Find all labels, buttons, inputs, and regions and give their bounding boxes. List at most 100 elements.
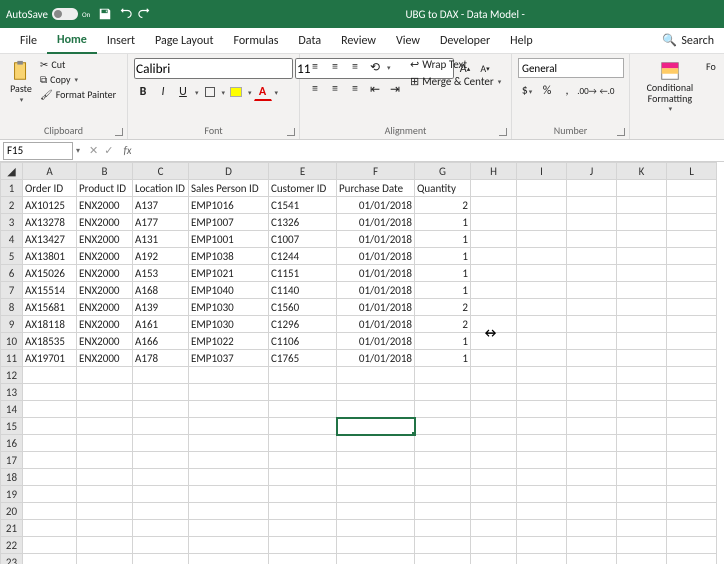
cell[interactable] (23, 486, 77, 503)
cell[interactable] (517, 520, 567, 537)
cell[interactable] (667, 520, 717, 537)
cell[interactable] (415, 486, 471, 503)
align-left-button[interactable]: ≡ (306, 80, 324, 98)
cell[interactable] (667, 469, 717, 486)
cell[interactable]: EMP1038 (189, 248, 269, 265)
col-header[interactable]: D (189, 163, 269, 180)
cell[interactable] (667, 435, 717, 452)
name-box[interactable] (3, 142, 73, 160)
cell[interactable] (517, 248, 567, 265)
cell[interactable] (617, 452, 667, 469)
wrap-text-button[interactable]: ↩Wrap Text (410, 58, 501, 71)
italic-button[interactable]: I (154, 83, 172, 101)
cell[interactable] (567, 435, 617, 452)
cell[interactable] (517, 333, 567, 350)
cell[interactable] (189, 435, 269, 452)
cell[interactable] (133, 469, 189, 486)
tab-formulas[interactable]: Formulas (223, 29, 288, 53)
cell[interactable]: ENX2000 (77, 248, 133, 265)
cell[interactable] (617, 214, 667, 231)
cell[interactable] (189, 469, 269, 486)
cell[interactable] (517, 214, 567, 231)
cell[interactable] (471, 367, 517, 384)
cell[interactable] (189, 418, 269, 435)
cell[interactable] (567, 231, 617, 248)
cell[interactable] (133, 401, 189, 418)
cell[interactable] (415, 418, 471, 435)
cell[interactable]: A137 (133, 197, 189, 214)
cell[interactable]: ENX2000 (77, 231, 133, 248)
cell[interactable] (667, 197, 717, 214)
tell-me-search[interactable]: 🔍 Search (652, 33, 724, 48)
cell[interactable] (517, 231, 567, 248)
undo-icon[interactable] (118, 7, 132, 21)
cell[interactable] (269, 384, 337, 401)
cell[interactable]: 1 (415, 214, 471, 231)
cell[interactable] (77, 520, 133, 537)
cell[interactable] (667, 180, 717, 197)
cell[interactable]: AX18118 (23, 316, 77, 333)
row-header[interactable]: 9 (1, 316, 23, 333)
cell[interactable] (667, 367, 717, 384)
cell[interactable] (517, 180, 567, 197)
cell[interactable] (567, 333, 617, 350)
cell[interactable] (517, 350, 567, 367)
cell[interactable]: A166 (133, 333, 189, 350)
cell[interactable] (415, 503, 471, 520)
cell[interactable] (133, 367, 189, 384)
cell[interactable] (133, 520, 189, 537)
align-right-button[interactable]: ≡ (346, 80, 364, 98)
cell[interactable] (23, 435, 77, 452)
cell[interactable] (77, 418, 133, 435)
cell[interactable] (667, 248, 717, 265)
cell[interactable]: 01/01/2018 (337, 214, 415, 231)
cell[interactable] (415, 452, 471, 469)
cell[interactable] (667, 418, 717, 435)
cell[interactable] (337, 469, 415, 486)
redo-icon[interactable] (138, 7, 152, 21)
cell[interactable] (269, 520, 337, 537)
cell[interactable] (667, 401, 717, 418)
cell[interactable] (269, 486, 337, 503)
tab-view[interactable]: View (386, 29, 430, 53)
cell[interactable]: Product ID (77, 180, 133, 197)
cell[interactable] (567, 418, 617, 435)
cell[interactable] (189, 384, 269, 401)
cell[interactable]: 01/01/2018 (337, 316, 415, 333)
cell[interactable]: ENX2000 (77, 265, 133, 282)
cell[interactable] (337, 554, 415, 564)
cell[interactable] (471, 231, 517, 248)
cell[interactable] (471, 537, 517, 554)
cell[interactable] (517, 265, 567, 282)
row-header[interactable]: 2 (1, 197, 23, 214)
cell[interactable]: AX18535 (23, 333, 77, 350)
cell[interactable] (23, 503, 77, 520)
cell[interactable] (77, 384, 133, 401)
cell[interactable] (667, 231, 717, 248)
cell[interactable] (77, 435, 133, 452)
cell[interactable]: Location ID (133, 180, 189, 197)
cell[interactable] (471, 486, 517, 503)
cell[interactable] (567, 554, 617, 564)
cell[interactable] (77, 401, 133, 418)
formula-bar[interactable] (136, 142, 724, 160)
paste-button[interactable]: Paste ▾ (6, 58, 36, 122)
alignment-launcher-icon[interactable] (499, 128, 507, 136)
cell[interactable] (77, 537, 133, 554)
cell[interactable]: ENX2000 (77, 316, 133, 333)
cell[interactable] (617, 333, 667, 350)
col-header[interactable]: F (337, 163, 415, 180)
cell[interactable] (471, 214, 517, 231)
cell[interactable] (667, 503, 717, 520)
cell[interactable] (471, 333, 517, 350)
cell[interactable] (567, 520, 617, 537)
cell[interactable] (189, 537, 269, 554)
cell[interactable]: 2 (415, 197, 471, 214)
cell[interactable] (517, 401, 567, 418)
cell[interactable]: EMP1001 (189, 231, 269, 248)
cancel-icon[interactable]: ✕ (89, 144, 98, 157)
conditional-formatting-button[interactable]: Conditional Formatting▾ (636, 58, 704, 139)
cell[interactable] (471, 197, 517, 214)
cell[interactable]: Customer ID (269, 180, 337, 197)
align-middle-button[interactable]: ≡ (326, 58, 344, 76)
